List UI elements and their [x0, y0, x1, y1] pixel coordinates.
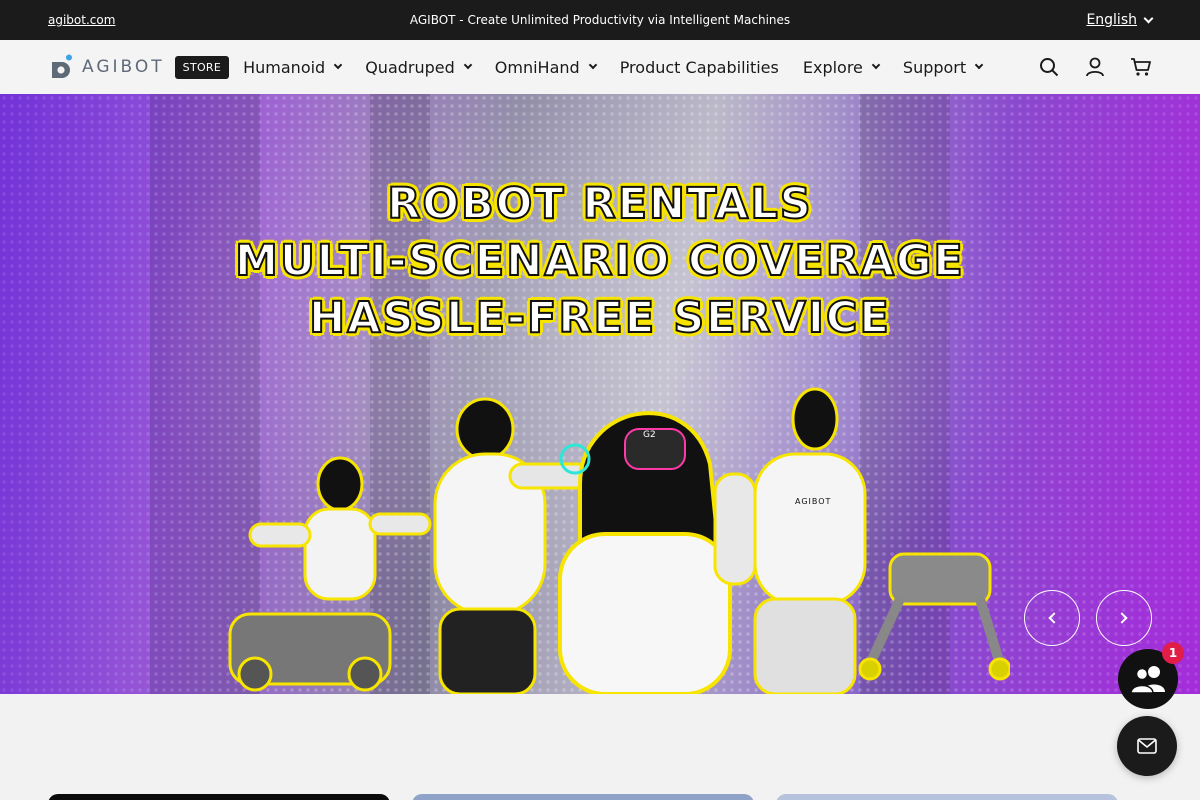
hero-banner: ROBOT RENTALS MULTI-SCENARIO COVERAGE HA… [0, 94, 1200, 694]
nav-omnihand[interactable]: OmniHand [494, 57, 597, 77]
account-button[interactable] [1084, 56, 1106, 78]
chevron-left-icon [1048, 612, 1060, 624]
robots-illustration: G2 AGIBOT [228, 387, 1010, 694]
announcement-text: AGIBOT - Create Unlimited Productivity v… [409, 13, 791, 27]
hero-headline: ROBOT RENTALS MULTI-SCENARIO COVERAGE HA… [0, 176, 1200, 347]
nav-quadruped[interactable]: Quadruped [365, 57, 473, 77]
store-badge: STORE [174, 55, 230, 79]
nav-label: Support [902, 57, 967, 77]
robot-label-g2: G2 [643, 430, 656, 440]
small-humanoid-robot [228, 456, 432, 692]
logo-mark-icon [52, 54, 72, 78]
cart-button[interactable] [1130, 56, 1152, 78]
cart-icon [1131, 58, 1151, 76]
chevron-down-icon [463, 60, 473, 70]
hero-line: HASSLE-FREE SERVICE [308, 292, 891, 344]
nav-support[interactable]: Support [902, 57, 984, 77]
product-card[interactable] [48, 794, 390, 800]
agibot-logo[interactable]: AGIBOT [48, 54, 165, 80]
agibot-com-link[interactable]: agibot.com [48, 13, 115, 27]
chevron-down-icon [974, 60, 984, 70]
nav-label: Humanoid [243, 57, 326, 77]
logo-text: AGIBOT [82, 57, 165, 77]
hero-line: MULTI-SCENARIO COVERAGE [234, 235, 965, 287]
nav-explore[interactable]: Explore [802, 57, 881, 77]
carousel-prev-button[interactable] [1024, 590, 1080, 646]
nav-label: Quadruped [365, 57, 455, 77]
hero-line: ROBOT RENTALS [386, 178, 813, 230]
users-chat-icon [1130, 666, 1165, 694]
product-card[interactable] [412, 794, 754, 800]
site-header: AGIBOT STORE Humanoid Quadruped OmniHand… [0, 40, 1200, 94]
nav-product-capabilities[interactable]: Product Capabilities [620, 58, 779, 77]
contact-mail-button[interactable] [1117, 716, 1177, 776]
carousel-next-button[interactable] [1096, 590, 1152, 646]
nav-label: Explore [802, 57, 863, 77]
header-icons [1038, 56, 1152, 78]
product-card[interactable] [776, 794, 1118, 800]
chevron-down-icon [1143, 13, 1154, 23]
g2-humanoid-robot: G2 [558, 411, 732, 694]
language-selector[interactable]: English [1086, 12, 1154, 28]
quadruped-robot [858, 552, 1010, 681]
main-nav: Humanoid Quadruped OmniHand Product Capa… [243, 58, 1006, 77]
chevron-right-icon [1116, 612, 1128, 624]
nav-label: Product Capabilities [619, 57, 779, 77]
search-icon [1040, 58, 1059, 77]
chevron-down-icon [871, 60, 881, 70]
chevron-down-icon [588, 60, 597, 70]
nav-humanoid[interactable]: Humanoid [243, 57, 343, 77]
account-icon [1086, 57, 1104, 77]
nav-label: OmniHand [494, 57, 580, 77]
robot-label-agibot: AGIBOT [795, 497, 831, 506]
product-cards [48, 794, 1118, 800]
announcement-bar: agibot.com AGIBOT - Create Unlimited Pro… [0, 0, 1200, 40]
agibot-humanoid-robot: AGIBOT [713, 387, 867, 694]
language-label: English [1086, 12, 1137, 28]
chat-notification-badge: 1 [1162, 642, 1184, 664]
chevron-down-icon [333, 60, 343, 70]
search-button[interactable] [1038, 56, 1060, 78]
mail-icon [1137, 738, 1157, 754]
